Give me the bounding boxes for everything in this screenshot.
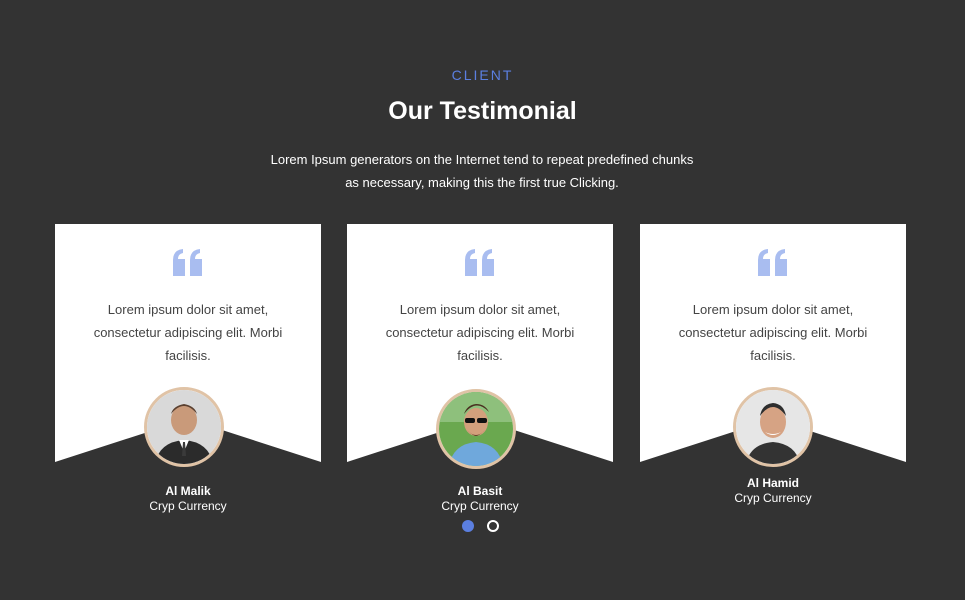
avatar: [733, 387, 813, 467]
quote-icon: [347, 248, 613, 283]
testimonial-text: Lorem ipsum dolor sit amet, consectetur …: [385, 302, 575, 363]
avatar: [436, 389, 516, 469]
section-eyebrow: CLIENT: [451, 67, 514, 83]
testimonial-role: Cryp Currency: [149, 499, 227, 513]
testimonial-text: Lorem ipsum dolor sit amet, consectetur …: [93, 302, 283, 363]
carousel-dot-2[interactable]: [487, 520, 499, 532]
section-title: Our Testimonial: [388, 97, 577, 125]
carousel-dot-1[interactable]: [462, 520, 474, 532]
quote-icon: [640, 248, 906, 283]
testimonial-role: Cryp Currency: [734, 491, 812, 505]
testimonial-name: Al Malik: [165, 484, 211, 498]
quote-icon: [55, 248, 321, 283]
section-description: Lorem Ipsum generators on the Internet t…: [270, 152, 694, 190]
testimonial-role: Cryp Currency: [441, 499, 519, 513]
avatar: [144, 387, 224, 467]
testimonial-card: Lorem ipsum dolor sit amet, consectetur …: [640, 224, 906, 505]
testimonial-name: Al Basit: [457, 484, 503, 498]
testimonial-card: Lorem ipsum dolor sit amet, consectetur …: [347, 224, 613, 513]
testimonial-name: Al Hamid: [746, 476, 799, 490]
testimonial-text: Lorem ipsum dolor sit amet, consectetur …: [678, 302, 868, 363]
testimonial-card: Lorem ipsum dolor sit amet, consectetur …: [55, 224, 321, 513]
